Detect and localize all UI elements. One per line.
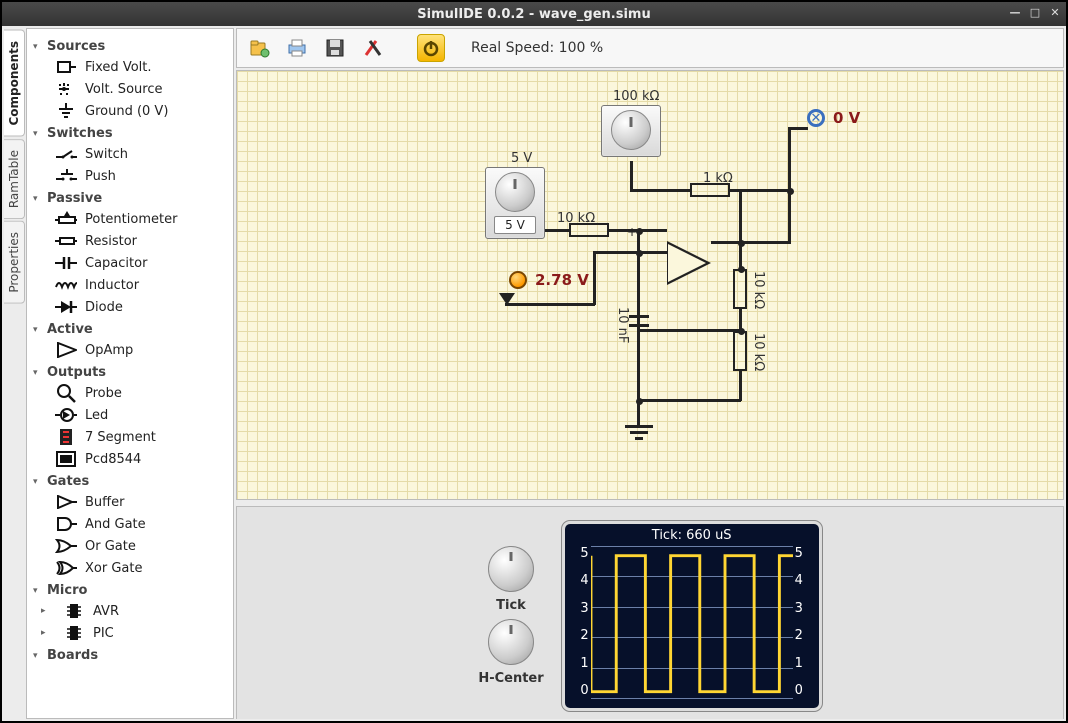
tab-ramtable[interactable]: RamTable xyxy=(4,139,25,219)
component-capacitor[interactable]: Capacitor xyxy=(33,252,227,274)
close-button[interactable]: ✕ xyxy=(1048,5,1062,19)
and-icon xyxy=(55,516,77,532)
print-button[interactable] xyxy=(283,34,311,62)
component-avr[interactable]: ▸AVR xyxy=(33,600,227,622)
resistor-r3-label: 10 kΩ xyxy=(751,271,766,309)
led-indicator[interactable] xyxy=(509,271,527,289)
oscilloscope-display[interactable]: Tick: 660 uS 543210 543210 xyxy=(562,521,822,711)
ground-icon[interactable] xyxy=(625,425,653,440)
schematic-canvas[interactable]: 5 V 5 V 100 kΩ 10 kΩ xyxy=(236,70,1064,500)
resistor-icon xyxy=(55,233,77,249)
resistor-r4[interactable] xyxy=(733,331,747,371)
category-gates[interactable]: ▾Gates xyxy=(33,472,227,491)
category-outputs[interactable]: ▾Outputs xyxy=(33,363,227,382)
component-diode[interactable]: Diode xyxy=(33,296,227,318)
resistor-r3[interactable] xyxy=(733,269,747,309)
pcd-icon xyxy=(55,451,77,467)
resistor-r1[interactable] xyxy=(569,223,609,237)
seven-seg-icon xyxy=(55,429,77,445)
component-potentiometer[interactable]: Potentiometer xyxy=(33,208,227,230)
chip-icon xyxy=(63,625,85,641)
capacitor[interactable] xyxy=(629,311,649,331)
minimize-button[interactable]: — xyxy=(1008,5,1022,19)
oscilloscope-panel: Tick H-Center Tick: 660 uS 543210 543210 xyxy=(236,506,1064,719)
led-reading: 2.78 V xyxy=(535,271,589,289)
probe-ring-icon[interactable]: ✕ xyxy=(807,109,825,127)
potentiometer-icon xyxy=(55,211,77,227)
potentiometer-100k[interactable] xyxy=(601,105,661,157)
buffer-icon xyxy=(55,494,77,510)
category-sources[interactable]: ▾Sources xyxy=(33,37,227,56)
component-or-gate[interactable]: Or Gate xyxy=(33,535,227,557)
diode-icon xyxy=(55,299,77,315)
category-passive[interactable]: ▾Passive xyxy=(33,189,227,208)
maximize-button[interactable]: □ xyxy=(1028,5,1042,19)
component-pic[interactable]: ▸PIC xyxy=(33,622,227,644)
tab-components[interactable]: Components xyxy=(4,30,25,137)
fixed-volt-icon xyxy=(55,59,77,75)
component-switch[interactable]: Switch xyxy=(33,143,227,165)
open-file-button[interactable] xyxy=(245,34,273,62)
category-active[interactable]: ▾Active xyxy=(33,320,227,339)
pot1-value: 5 V xyxy=(494,216,536,234)
component-and-gate[interactable]: And Gate xyxy=(33,513,227,535)
hcenter-knob[interactable] xyxy=(488,619,534,665)
or-icon xyxy=(55,538,77,554)
push-icon xyxy=(55,168,77,184)
knob-icon[interactable] xyxy=(611,110,651,150)
component-opamp[interactable]: OpAmp xyxy=(33,339,227,361)
window-title: SimulIDE 0.0.2 - wave_gen.simu xyxy=(2,7,1066,22)
pot2-top-label: 100 kΩ xyxy=(613,89,659,104)
probe-reading: 0 V xyxy=(833,109,860,127)
tools-button[interactable] xyxy=(359,34,387,62)
category-boards[interactable]: ▾Boards xyxy=(33,646,227,665)
switch-icon xyxy=(55,146,77,162)
component-resistor[interactable]: Resistor xyxy=(33,230,227,252)
inductor-icon xyxy=(55,277,77,293)
app-window: SimulIDE 0.0.2 - wave_gen.simu — □ ✕ Com… xyxy=(0,0,1068,723)
xor-icon xyxy=(55,560,77,576)
tick-label: Tick xyxy=(496,598,526,613)
opamp-icon xyxy=(55,342,77,358)
capacitor-label: 10 nF xyxy=(615,307,630,343)
scope-title: Tick: 660 uS xyxy=(565,528,819,543)
capacitor-icon xyxy=(55,255,77,271)
components-panel[interactable]: ▾SourcesFixed Volt.Volt. SourceGround (0… xyxy=(26,28,234,719)
probe-icon xyxy=(55,385,77,401)
potentiometer-5v[interactable]: 5 V xyxy=(485,167,545,239)
component-buffer[interactable]: Buffer xyxy=(33,491,227,513)
component-push[interactable]: Push xyxy=(33,165,227,187)
component-volt-source[interactable]: Volt. Source xyxy=(33,78,227,100)
component-led[interactable]: Led xyxy=(33,404,227,426)
component-7-segment[interactable]: 7 Segment xyxy=(33,426,227,448)
pot1-top-label: 5 V xyxy=(511,151,532,166)
chip-icon xyxy=(63,603,85,619)
real-speed-label: Real Speed: 100 % xyxy=(471,40,603,56)
led-icon xyxy=(55,407,77,423)
component-inductor[interactable]: Inductor xyxy=(33,274,227,296)
resistor-r4-label: 10 kΩ xyxy=(751,333,766,371)
component-ground-0-v-[interactable]: Ground (0 V) xyxy=(33,100,227,122)
knob-icon[interactable] xyxy=(495,172,535,212)
component-xor-gate[interactable]: Xor Gate xyxy=(33,557,227,579)
ground-icon xyxy=(55,103,77,119)
volt-source-icon xyxy=(55,81,77,97)
component-probe[interactable]: Probe xyxy=(33,382,227,404)
titlebar[interactable]: SimulIDE 0.0.2 - wave_gen.simu — □ ✕ xyxy=(2,2,1066,26)
tick-knob[interactable] xyxy=(488,546,534,592)
tab-properties[interactable]: Properties xyxy=(4,221,25,304)
category-micro[interactable]: ▾Micro xyxy=(33,581,227,600)
category-switches[interactable]: ▾Switches xyxy=(33,124,227,143)
component-fixed-volt-[interactable]: Fixed Volt. xyxy=(33,56,227,78)
sidebar-tabs: Components RamTable Properties xyxy=(2,26,26,721)
resistor-r2[interactable] xyxy=(690,183,730,197)
toolbar: Real Speed: 100 % xyxy=(236,28,1064,68)
power-button[interactable] xyxy=(417,34,445,62)
save-button[interactable] xyxy=(321,34,349,62)
hcenter-label: H-Center xyxy=(478,671,543,686)
component-pcd8544[interactable]: Pcd8544 xyxy=(33,448,227,470)
